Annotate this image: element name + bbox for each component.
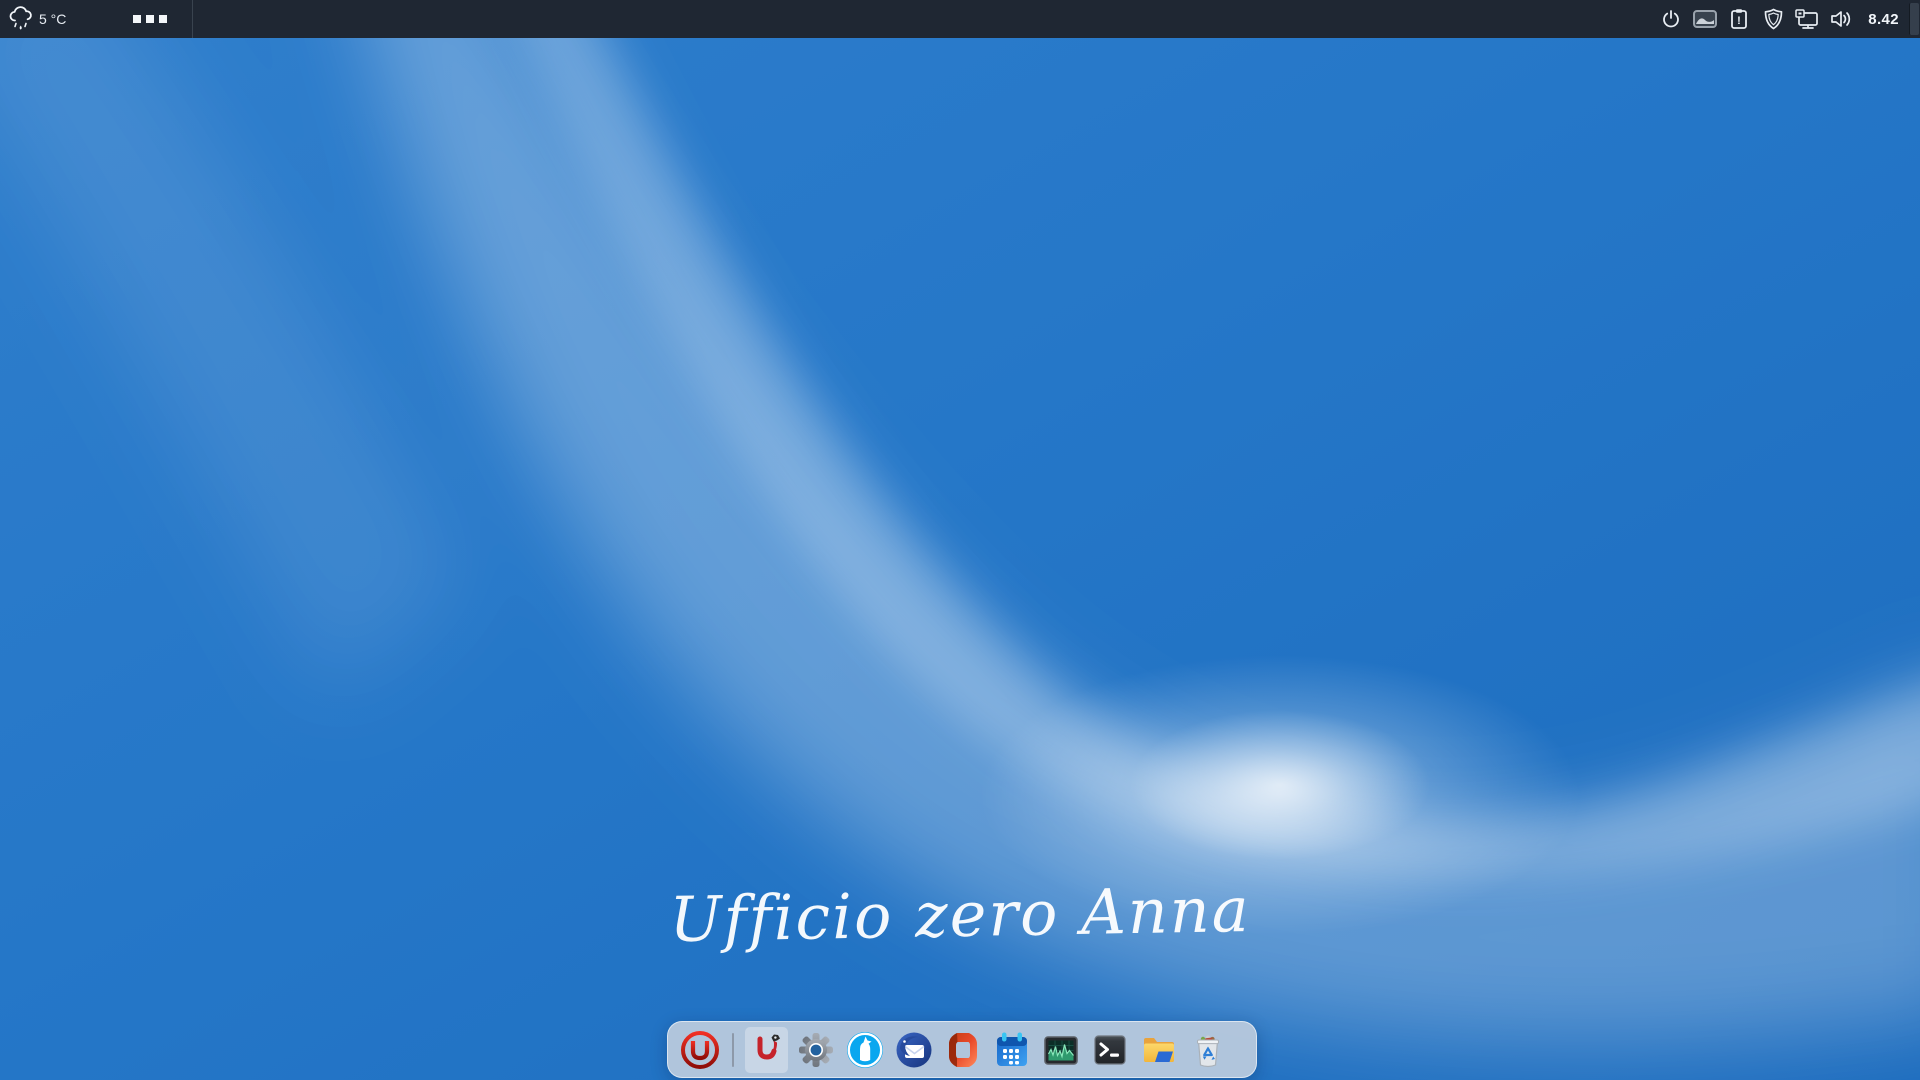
dock-divider	[732, 1033, 734, 1067]
weather-temperature: 5 °C	[39, 11, 66, 27]
system-monitor-icon	[1041, 1030, 1081, 1070]
folder-icon	[1139, 1030, 1179, 1070]
gear-icon	[796, 1030, 836, 1070]
dock-item-file-manager[interactable]	[1137, 1027, 1180, 1073]
wallpaper-image-icon	[1693, 10, 1717, 28]
ufficio-zero-logo-icon	[679, 1029, 721, 1071]
rain-cloud-icon	[8, 6, 35, 32]
dock-item-librewolf-browser[interactable]	[843, 1027, 886, 1073]
calendar-icon	[992, 1030, 1032, 1070]
ellipsis-menu-icon[interactable]	[133, 0, 167, 38]
clipboard-button[interactable]: !	[1727, 0, 1751, 38]
dock-item-system-monitor[interactable]	[1039, 1027, 1082, 1073]
clock[interactable]: 8.42	[1868, 11, 1899, 28]
ufficio-zero-rocket-icon	[747, 1030, 787, 1070]
trash-full-icon	[1188, 1030, 1228, 1070]
shield-icon	[1764, 8, 1783, 30]
dock-item-ufficio-zero-welcome[interactable]	[745, 1027, 788, 1073]
top-panel: 5 °C	[0, 0, 1920, 38]
dock	[667, 1021, 1257, 1078]
dock-item-calendar[interactable]	[990, 1027, 1033, 1073]
volume-button[interactable]	[1829, 0, 1853, 38]
network-button[interactable]	[1795, 0, 1819, 38]
svg-text:!: !	[1737, 15, 1741, 27]
thunderbird-icon	[894, 1030, 934, 1070]
dock-item-office-suite[interactable]	[941, 1027, 984, 1073]
show-desktop-button[interactable]	[1909, 3, 1919, 35]
dock-item-ufficio-zero-menu[interactable]	[678, 1027, 721, 1073]
panel-divider	[192, 0, 193, 38]
clipboard-alert-icon: !	[1730, 8, 1748, 30]
desktop: Ufficio zero Anna 5 °C	[0, 0, 1920, 1080]
dock-item-terminal[interactable]	[1088, 1027, 1131, 1073]
weather-widget[interactable]: 5 °C	[8, 0, 66, 38]
dock-item-thunderbird-mail[interactable]	[892, 1027, 935, 1073]
dot	[146, 15, 154, 23]
network-wired-icon	[1795, 9, 1819, 30]
desktop-watermark: Ufficio zero Anna	[669, 873, 1251, 956]
dock-item-trash[interactable]	[1186, 1027, 1229, 1073]
dot	[133, 15, 141, 23]
power-icon	[1661, 9, 1681, 29]
security-button[interactable]	[1761, 0, 1785, 38]
office-icon	[943, 1030, 983, 1070]
wallpaper-changer-button[interactable]	[1693, 0, 1717, 38]
dot	[159, 15, 167, 23]
dock-item-settings[interactable]	[794, 1027, 837, 1073]
terminal-icon	[1090, 1030, 1130, 1070]
system-tray: !	[1654, 0, 1920, 38]
volume-icon	[1830, 9, 1853, 29]
librewolf-icon	[845, 1030, 885, 1070]
power-button[interactable]	[1659, 0, 1683, 38]
